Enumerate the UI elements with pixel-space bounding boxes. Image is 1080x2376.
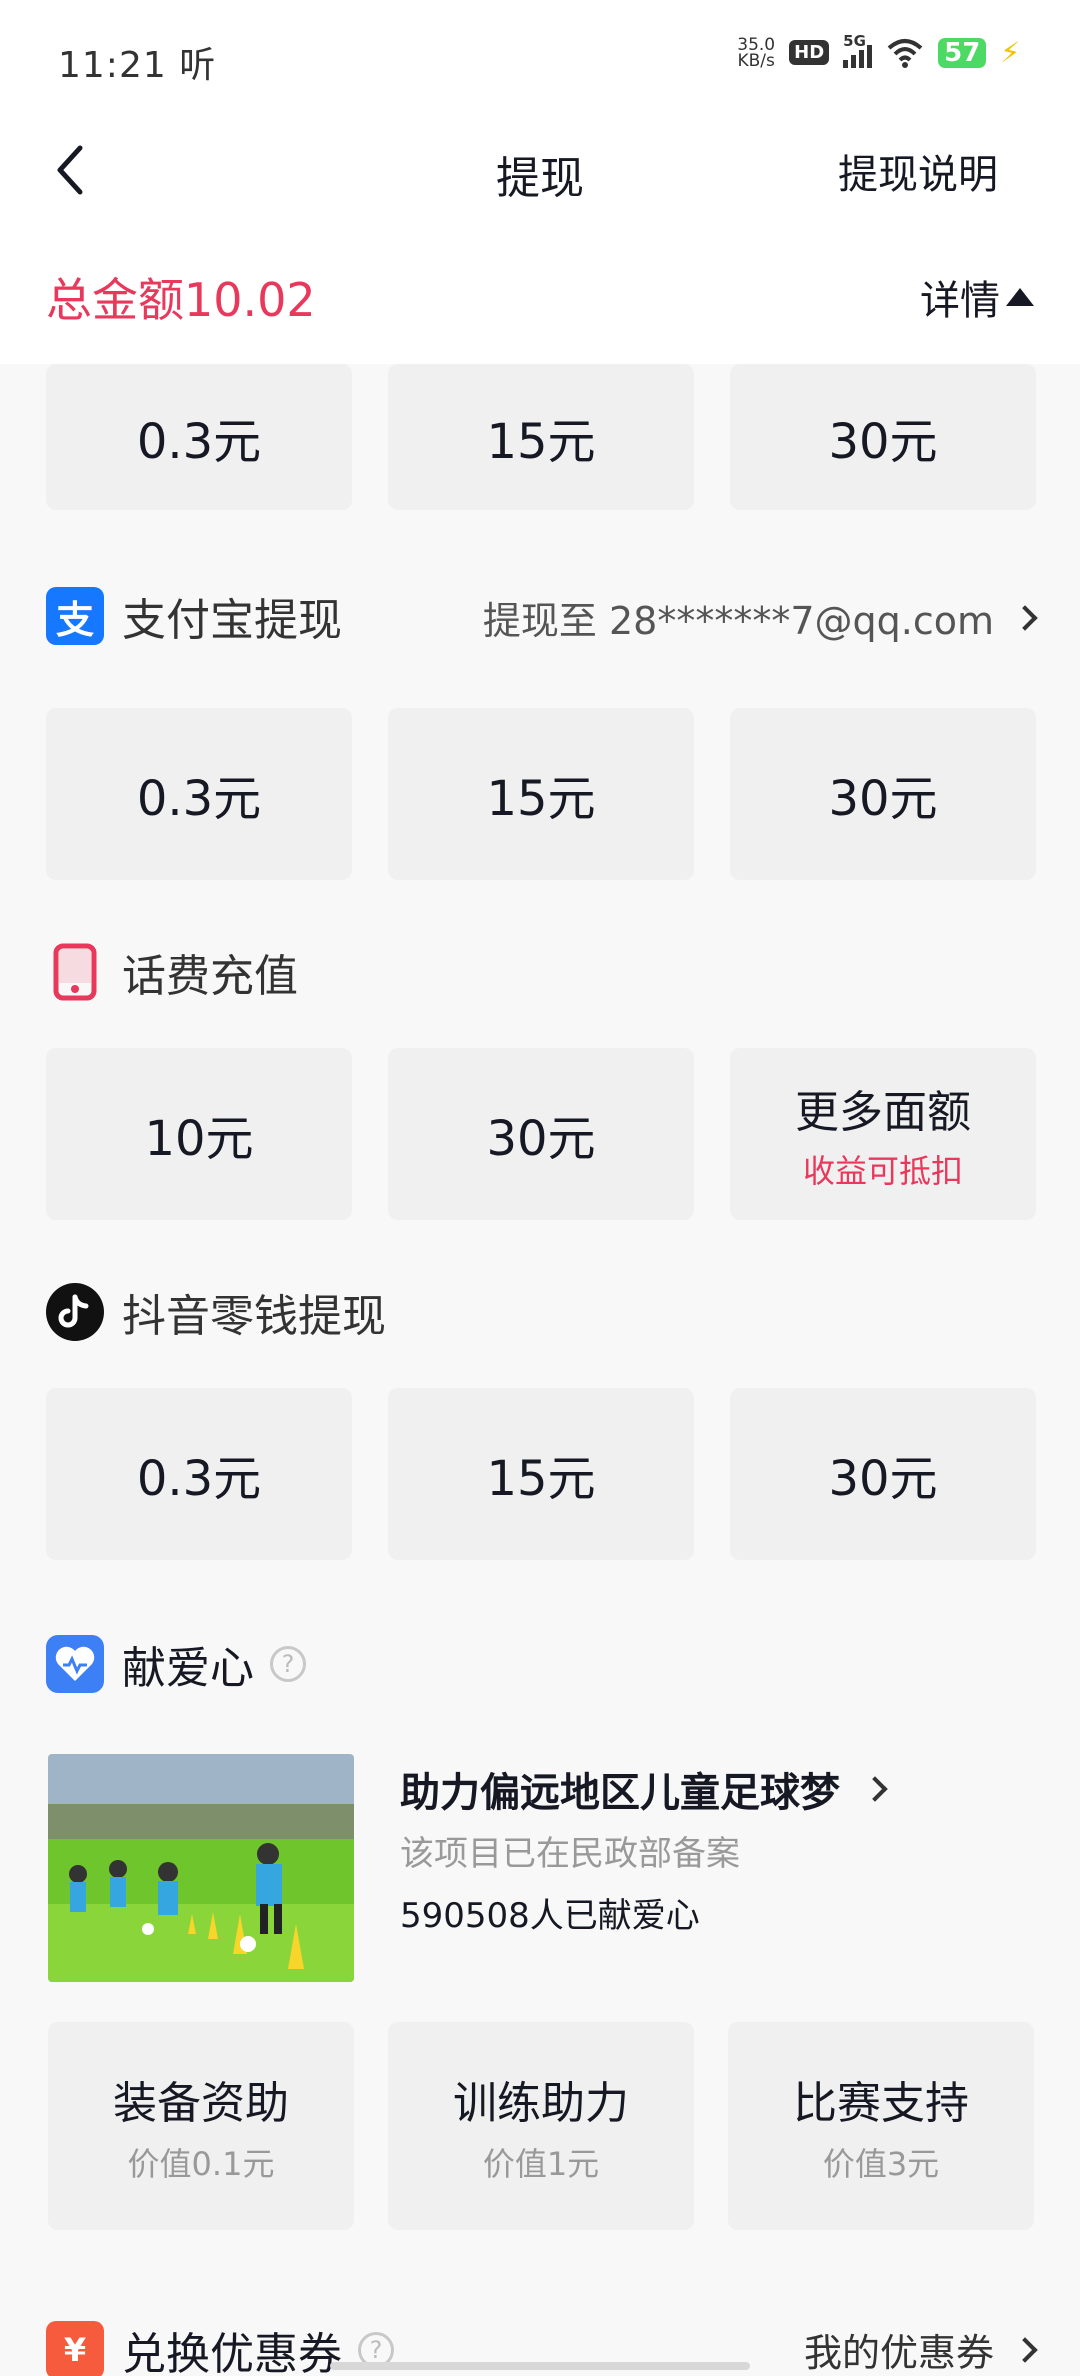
amount-option[interactable]: 30元 xyxy=(388,1048,694,1220)
detail-label: 详情 xyxy=(920,278,1000,324)
amount-option[interactable]: 0.3元 xyxy=(46,708,352,880)
total-row: 总金额10.02 详情 xyxy=(0,230,1080,364)
triangle-up-icon xyxy=(1006,288,1034,306)
alipay-account-link[interactable]: 提现至 28*******7@qq.com xyxy=(482,590,1038,645)
amount-option[interactable]: 10元 xyxy=(46,1048,352,1220)
amount-label: 0.3元 xyxy=(136,771,262,827)
amount-label: 15元 xyxy=(486,414,596,470)
charity-project-image[interactable] xyxy=(48,1754,354,1982)
amount-label: 15元 xyxy=(486,1451,596,1507)
amount-label: 10元 xyxy=(144,1111,254,1167)
phone-title: 话费充值 xyxy=(122,951,298,1002)
amount-option[interactable]: 15元 xyxy=(388,364,694,510)
donation-option[interactable]: 装备资助 价值0.1元 xyxy=(48,2022,354,2230)
charity-project-title-text: 助力偏远地区儿童足球梦 xyxy=(400,1770,840,1816)
coupon-title: 兑换优惠券 xyxy=(122,2329,342,2376)
amount-label: 0.3元 xyxy=(136,1451,262,1507)
more-amounts-option[interactable]: 更多面额 收益可抵扣 xyxy=(730,1048,1036,1220)
more-amounts-sub: 收益可抵扣 xyxy=(802,1152,963,1190)
help-icon[interactable]: ? xyxy=(270,1646,306,1682)
nav-bar: 提现 提现说明 xyxy=(0,120,1080,230)
net-speed: 35.0 KB/s xyxy=(737,34,776,71)
alipay-section-header: 支 支付宝提现 xyxy=(46,584,342,648)
charity-section-header: 献爱心 ? xyxy=(46,1632,306,1696)
douyin-section-header: 抖音零钱提现 xyxy=(46,1280,386,1344)
charity-donor-count: 590508人已献爱心 xyxy=(400,1896,700,1936)
amount-option[interactable]: 0.3元 xyxy=(46,364,352,510)
alipay-icon: 支 xyxy=(46,587,104,645)
donation-value: 价值1元 xyxy=(482,2145,600,2183)
charity-project-sub: 该项目已在民政部备案 xyxy=(400,1834,740,1874)
signal-icon: 5G xyxy=(843,32,873,68)
amount-option[interactable]: 30元 xyxy=(730,708,1036,880)
amount-label: 30元 xyxy=(828,771,938,827)
amount-option[interactable]: 30元 xyxy=(730,364,1036,510)
donation-label: 装备资助 xyxy=(113,2078,289,2129)
charging-icon: ⚡ xyxy=(1000,36,1020,69)
wifi-icon xyxy=(887,38,923,68)
chevron-right-icon xyxy=(1012,2336,1038,2363)
douyin-title: 抖音零钱提现 xyxy=(122,1291,386,1342)
status-bar: 11:21 听 35.0 KB/s HD 5G 57 ⚡ xyxy=(0,0,1080,120)
amount-label: 30元 xyxy=(828,1451,938,1507)
total-amount: 总金额10.02 xyxy=(46,273,316,327)
listen-icon: 听 xyxy=(179,45,217,86)
charity-project-title[interactable]: 助力偏远地区儿童足球梦 xyxy=(400,1760,888,1818)
alipay-account: 提现至 28*******7@qq.com xyxy=(482,599,994,643)
coupon-icon: ¥ xyxy=(46,2321,104,2376)
donation-option[interactable]: 比赛支持 价值3元 xyxy=(728,2022,1034,2230)
my-coupons-label: 我的优惠券 xyxy=(803,2331,994,2375)
phone-options-grid: 10元 30元 更多面额 收益可抵扣 xyxy=(46,1048,1036,1220)
amount-option[interactable]: 15元 xyxy=(388,708,694,880)
charity-options-grid: 装备资助 价值0.1元 训练助力 价值1元 比赛支持 价值3元 xyxy=(48,2022,1034,2230)
chevron-right-icon xyxy=(1012,604,1038,631)
alipay-options-grid: 0.3元 15元 30元 xyxy=(46,708,1036,880)
home-indicator[interactable] xyxy=(330,2362,750,2370)
status-icons: 35.0 KB/s HD 5G 57 ⚡ xyxy=(737,32,1020,71)
amount-label: 0.3元 xyxy=(136,414,262,470)
amount-label: 15元 xyxy=(486,771,596,827)
phone-icon xyxy=(46,943,104,1001)
alipay-title: 支付宝提现 xyxy=(122,595,342,646)
phone-section-header: 话费充值 xyxy=(46,940,298,1004)
my-coupons-link[interactable]: 我的优惠券 xyxy=(803,2322,1038,2376)
amount-option[interactable]: 0.3元 xyxy=(46,1388,352,1560)
donation-label: 比赛支持 xyxy=(793,2078,969,2129)
amount-option[interactable]: 15元 xyxy=(388,1388,694,1560)
heart-icon xyxy=(46,1635,104,1693)
withdraw-instructions-link[interactable]: 提现说明 xyxy=(838,142,998,200)
donation-value: 价值3元 xyxy=(822,2145,940,2183)
detail-toggle[interactable]: 详情 xyxy=(920,268,1034,326)
hd-icon: HD xyxy=(789,40,830,65)
douyin-options-grid: 0.3元 15元 30元 xyxy=(46,1388,1036,1560)
chevron-right-icon xyxy=(862,1776,888,1802)
charity-title: 献爱心 xyxy=(122,1643,254,1694)
donation-label: 训练助力 xyxy=(453,2078,629,2129)
status-time: 11:21 听 xyxy=(58,45,217,86)
amount-label: 30元 xyxy=(486,1111,596,1167)
battery-icon: 57 xyxy=(938,37,987,68)
amount-label: 30元 xyxy=(828,414,938,470)
amount-option[interactable]: 30元 xyxy=(730,1388,1036,1560)
donation-value: 价值0.1元 xyxy=(127,2145,275,2183)
wechat-options-grid: 0.3元 15元 30元 xyxy=(46,364,1036,510)
donation-option[interactable]: 训练助力 价值1元 xyxy=(388,2022,694,2230)
douyin-icon xyxy=(46,1283,104,1341)
more-amounts-label: 更多面额 xyxy=(795,1087,971,1138)
